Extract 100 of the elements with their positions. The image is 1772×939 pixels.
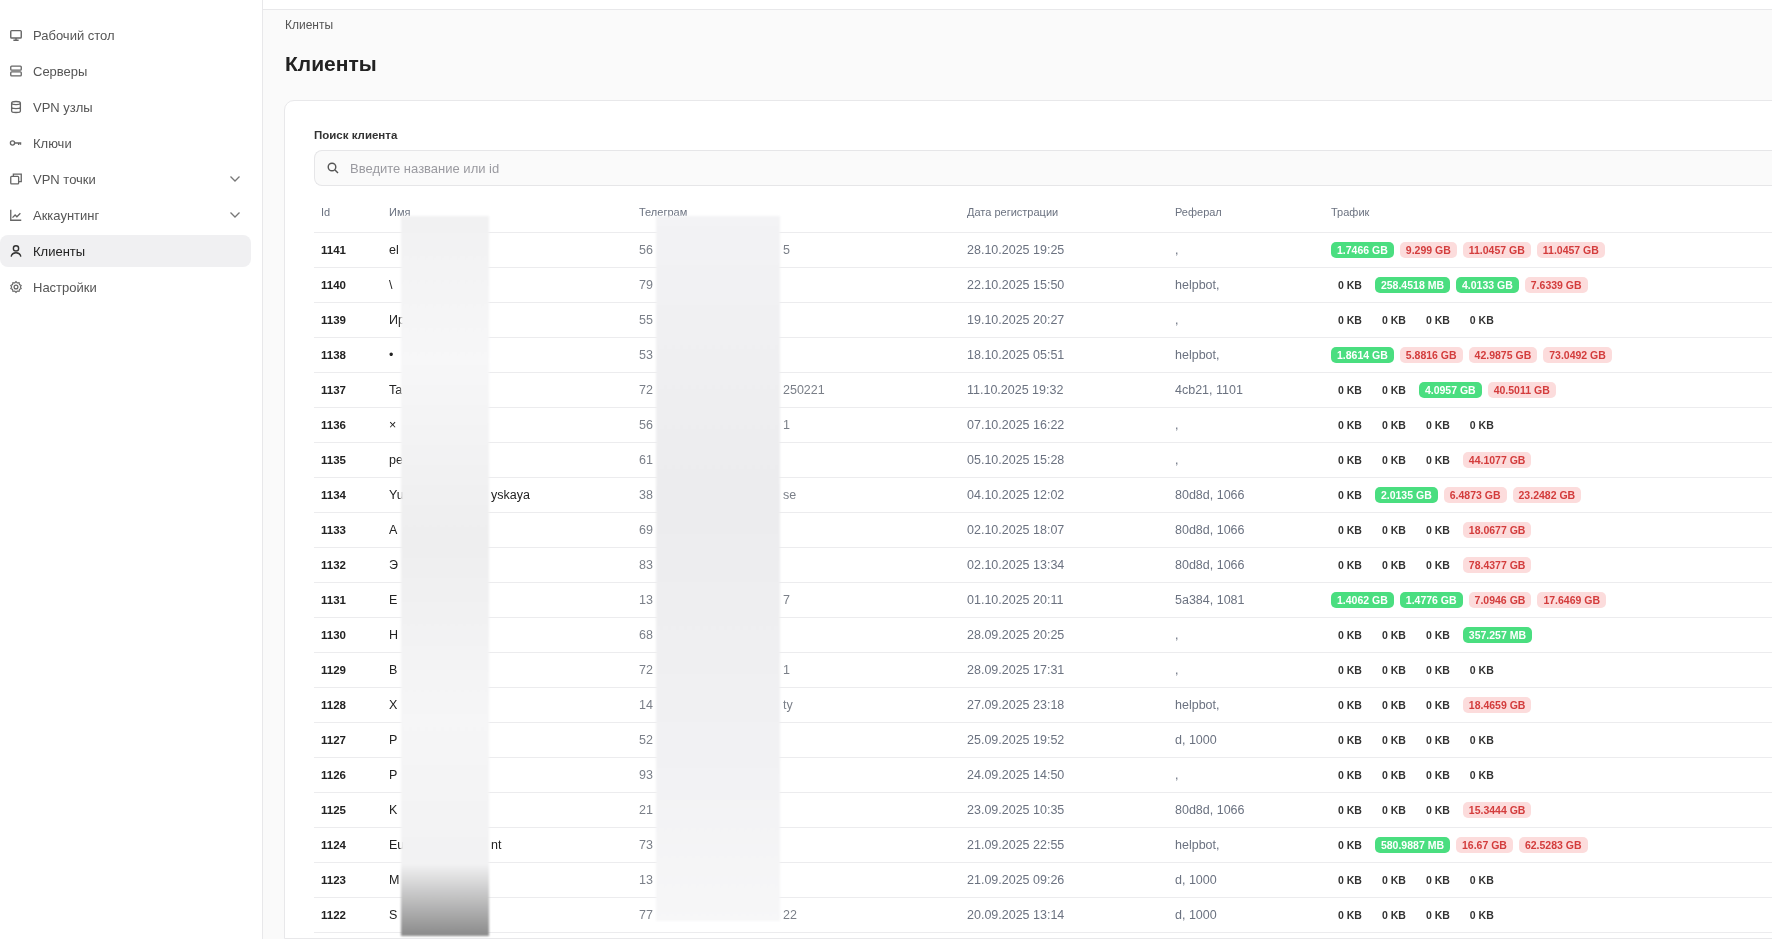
traffic-tag: 580.9887 MB xyxy=(1374,837,1450,853)
sidebar-item[interactable]: Настройки xyxy=(0,271,251,303)
table-cell-text: 1140 xyxy=(321,279,347,291)
table-cell-text: Ta xyxy=(389,383,404,397)
traffic-tag: 0 KB xyxy=(1418,557,1457,573)
sidebar-item[interactable]: Серверы xyxy=(0,55,251,87)
table-cell: 5 xyxy=(783,243,790,257)
table-cell-text: 1127 xyxy=(321,734,347,746)
table-cell: nt xyxy=(491,838,502,852)
table-cell-text: 77 xyxy=(639,908,654,922)
traffic-tag: 15.3444 GB xyxy=(1462,802,1532,818)
traffic-tag: 18.4659 GB xyxy=(1462,697,1532,713)
table-cell-text: P xyxy=(389,733,399,747)
chart-icon xyxy=(9,208,23,222)
table-cell: 1 xyxy=(783,418,790,432)
table-cell-text: d, 1000 xyxy=(1175,873,1218,887)
table-cell-text: , xyxy=(1175,628,1180,642)
traffic-tag: 1.8614 GB xyxy=(1331,347,1394,363)
table-cell-text: helpbot, xyxy=(1175,348,1221,362)
table-cell-text: 80d8d, 1066 xyxy=(1175,803,1246,817)
traffic-tag: 0 KB xyxy=(1374,732,1413,748)
traffic-tag: 4.0957 GB xyxy=(1418,382,1482,398)
traffic-tag: 6.4873 GB xyxy=(1443,487,1507,503)
table-cell-text: 1134 xyxy=(321,489,347,501)
traffic-tag: 40.5011 GB xyxy=(1487,382,1556,398)
sidebar-item[interactable]: Ключи xyxy=(0,127,251,159)
traffic-tag: 0 KB xyxy=(1418,802,1457,818)
table-cell-text: 13 xyxy=(639,593,654,607)
traffic-tag: 0 KB xyxy=(1374,872,1413,888)
table-cell-text: 19.10.2025 20:27 xyxy=(967,313,1066,327)
sidebar-item[interactable]: VPN узлы xyxy=(0,91,251,123)
table-cell-text: 13 xyxy=(639,873,654,887)
traffic-tag: 0 KB xyxy=(1374,907,1413,923)
traffic-tag: 16.67 GB xyxy=(1456,837,1513,853)
traffic-tag: 0 KB xyxy=(1418,522,1457,538)
traffic-tag: 0 KB xyxy=(1374,312,1413,328)
table-cell-text: , xyxy=(1175,663,1180,677)
traffic-tag: 2.0135 GB xyxy=(1374,487,1438,503)
table-cell-text: 11.10.2025 19:32 xyxy=(967,383,1065,397)
traffic-tag: 0 KB xyxy=(1374,382,1413,398)
traffic-tag: 18.0677 GB xyxy=(1462,522,1532,538)
table-cell-text: H xyxy=(389,628,400,642)
traffic-tag: 0 KB xyxy=(1331,522,1369,538)
traffic-tag: 357.257 MB xyxy=(1462,627,1532,643)
traffic-tag: 7.0946 GB xyxy=(1468,592,1532,608)
traffic-tag: 5.8816 GB xyxy=(1399,347,1463,363)
sidebar-item[interactable]: Клиенты xyxy=(0,235,251,267)
traffic-tag: 0 KB xyxy=(1331,662,1369,678)
table-cell-text: 04.10.2025 12:02 xyxy=(967,488,1066,502)
table-cell-text: 07.10.2025 16:22 xyxy=(967,418,1066,432)
traffic-tag: 0 KB xyxy=(1331,872,1369,888)
table-cell-text: 52 xyxy=(639,733,654,747)
traffic-tag: 0 KB xyxy=(1374,452,1413,468)
table-cell-text: Eu xyxy=(389,838,406,852)
table-cell-text: 5a384, 1081 xyxy=(1175,593,1246,607)
monitor-icon xyxy=(9,28,23,42)
traffic-tag: 0 KB xyxy=(1331,487,1369,503)
table-cell: se xyxy=(783,488,797,502)
traffic-tag: 0 KB xyxy=(1331,697,1369,713)
traffic-tag: 44.1077 GB xyxy=(1462,452,1532,468)
table-cell-text: , xyxy=(1175,768,1180,782)
search-field[interactable]: Введите название или id xyxy=(314,150,1772,186)
traffic-tag: 0 KB xyxy=(1374,662,1413,678)
table-cell-text: 18.10.2025 05:51 xyxy=(967,348,1066,362)
table-cell: 22 xyxy=(783,908,797,922)
table-cell-text: 1126 xyxy=(321,769,347,781)
traffic-tag: 0 KB xyxy=(1331,767,1369,783)
traffic-tag: 0 KB xyxy=(1462,312,1501,328)
traffic-tag: 0 KB xyxy=(1331,837,1369,853)
traffic-tag: 0 KB xyxy=(1462,732,1501,748)
column-header: Id xyxy=(321,206,332,218)
table-cell-text: d, 1000 xyxy=(1175,908,1218,922)
table-cell-text: Yu xyxy=(389,488,405,502)
sidebar-item[interactable]: Рабочий стол xyxy=(0,19,251,51)
traffic-tag: 0 KB xyxy=(1418,312,1457,328)
traffic-tag: 0 KB xyxy=(1331,312,1369,328)
table-cell: 1 xyxy=(783,663,790,677)
table-cell-text: 61 xyxy=(639,453,654,467)
table-cell-text: 56 xyxy=(639,243,654,257)
table-cell-text: 1131 xyxy=(321,594,347,606)
traffic-tag: 4.0133 GB xyxy=(1456,277,1519,293)
table-cell-text: helpbot, xyxy=(1175,698,1221,712)
breadcrumb: Клиенты xyxy=(285,18,334,32)
table-cell-text: 69 xyxy=(639,523,654,537)
column-header: Реферал xyxy=(1175,206,1223,218)
table-cell-text: Э xyxy=(389,558,399,572)
table-cell-text: 02.10.2025 18:07 xyxy=(967,523,1066,537)
traffic-tag: 11.0457 GB xyxy=(1536,242,1605,258)
table-cell-text: 22.10.2025 15:50 xyxy=(967,278,1066,292)
table-cell-text: 1122 xyxy=(321,909,347,921)
sidebar-item[interactable]: VPN точки xyxy=(0,163,251,195)
table-cell-text: 21.09.2025 09:26 xyxy=(967,873,1066,887)
traffic-tag: 0 KB xyxy=(1331,417,1369,433)
table-cell-text: 02.10.2025 13:34 xyxy=(967,558,1066,572)
column-header: Трафик xyxy=(1331,206,1371,218)
table-cell-text: 1136 xyxy=(321,419,347,431)
table-cell-text: 53 xyxy=(639,348,654,362)
table-cell-text: 1124 xyxy=(321,839,347,851)
sidebar-item[interactable]: Аккаунтинг xyxy=(0,199,251,231)
traffic-tag: 0 KB xyxy=(1418,907,1457,923)
